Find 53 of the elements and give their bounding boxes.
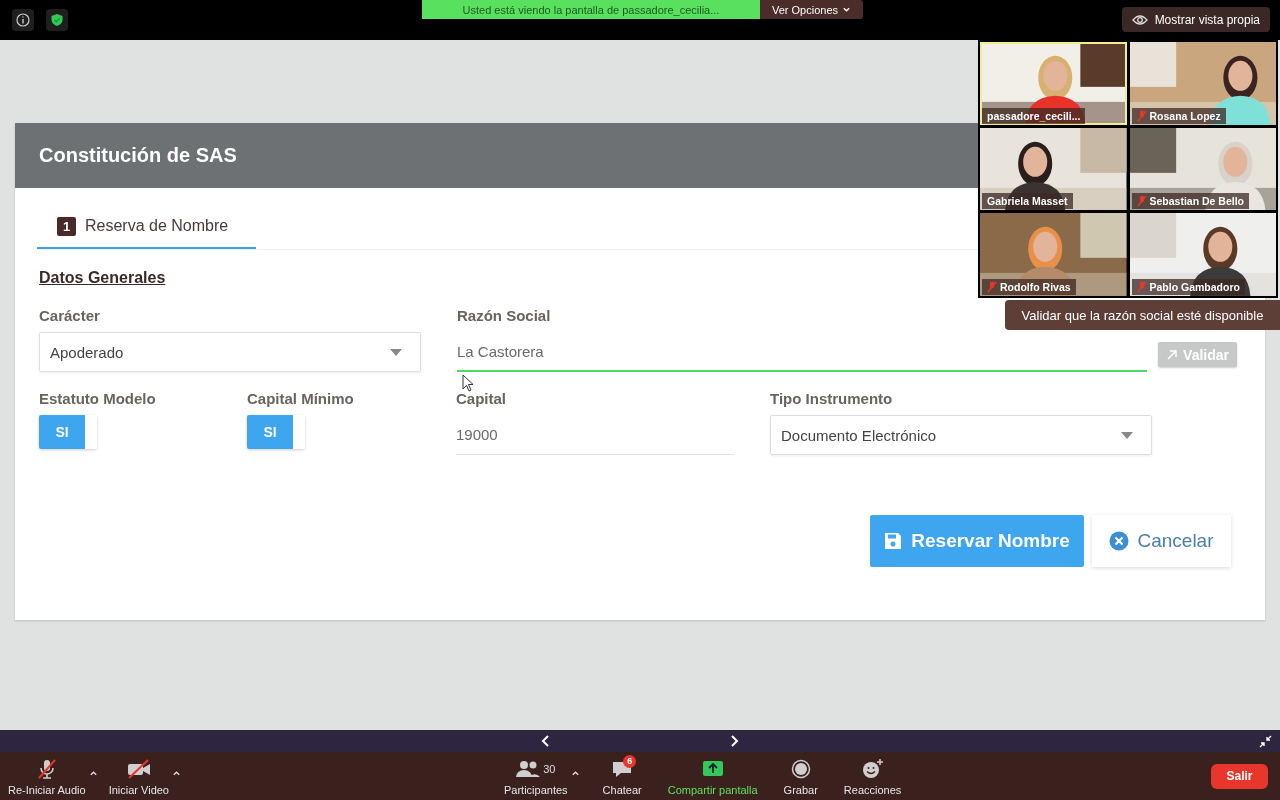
cancel-button[interactable]: Cancelar — [1092, 515, 1231, 567]
toolbar-button[interactable]: 6 Chatear — [599, 756, 645, 796]
smiley-add-icon — [861, 758, 884, 779]
chevron-right-icon[interactable] — [729, 735, 739, 747]
step-tab[interactable]: 1 Reserva de Nombre — [37, 205, 257, 249]
participant-name: Rosana Lopez — [1149, 109, 1221, 122]
people-icon — [516, 759, 541, 778]
participant-count: 30 — [543, 762, 556, 775]
field-label: Razón Social — [457, 307, 551, 324]
field-label: Carácter — [39, 307, 100, 324]
collapse-icon[interactable] — [1259, 735, 1272, 748]
unread-badge: 6 — [623, 754, 637, 768]
field-label: Tipo Instrumento — [770, 390, 893, 407]
caret-up-icon[interactable] — [570, 768, 580, 778]
text-field[interactable]: 19000 — [456, 415, 734, 455]
participant-name: Rodolfo Rivas — [1000, 281, 1071, 293]
dropdown-caret-icon — [1121, 431, 1133, 439]
text-field[interactable]: La Castorera — [457, 332, 1148, 372]
form-title: Constitución de SAS — [39, 144, 237, 167]
select-field[interactable]: Apoderado — [39, 332, 421, 372]
section-heading: Datos Generales — [39, 269, 166, 287]
toolbar-button[interactable]: 30 Participantes — [501, 756, 571, 796]
chevron-down-icon — [842, 5, 852, 14]
participant-name: passadore_cecili... — [987, 109, 1081, 122]
field-label: Capital Mínimo — [247, 390, 354, 407]
dropdown-caret-icon — [390, 348, 402, 356]
shield-icon[interactable] — [46, 9, 68, 31]
mouse-pointer-icon — [462, 374, 474, 392]
participant-name: Gabriela Masset — [987, 195, 1068, 208]
info-icon[interactable] — [12, 9, 34, 31]
arrow-icon — [1166, 348, 1179, 361]
own-view-button[interactable]: Mostrar vista propia — [1121, 7, 1270, 32]
share-screen-icon — [701, 759, 724, 778]
select-field[interactable]: Documento Electrónico — [770, 415, 1152, 455]
field-label: Capital — [456, 390, 506, 407]
participant-name: Sebastian De Bello — [1149, 195, 1245, 208]
caret-up-icon[interactable] — [172, 768, 181, 778]
participant-name: Pablo Gambadoro — [1149, 281, 1240, 293]
toolbar-button[interactable]: Re-Iniciar Audio — [5, 756, 89, 796]
toolbar-button[interactable]: Reacciones — [840, 756, 905, 796]
toolbar-button[interactable]: Grabar — [780, 756, 821, 796]
toolbar-button[interactable]: Compartir pantalla — [664, 756, 761, 796]
caret-up-icon[interactable] — [88, 768, 98, 778]
record-icon — [790, 758, 811, 779]
share-banner: Usted está viendo la pantalla de passadore_cecilia... — [422, 0, 760, 19]
field-label: Estatuto Modelo — [39, 390, 156, 407]
leave-button[interactable]: Salir — [1211, 763, 1268, 789]
options-button[interactable]: Ver Opciones — [760, 0, 864, 19]
close-circle-icon — [1109, 531, 1130, 551]
eye-icon — [1131, 13, 1148, 26]
toolbar-button[interactable]: Iniciar Video — [105, 756, 172, 796]
tooltip: Validar que la razón social esté disponible — [1005, 300, 1280, 330]
chevron-left-icon[interactable] — [541, 735, 551, 747]
